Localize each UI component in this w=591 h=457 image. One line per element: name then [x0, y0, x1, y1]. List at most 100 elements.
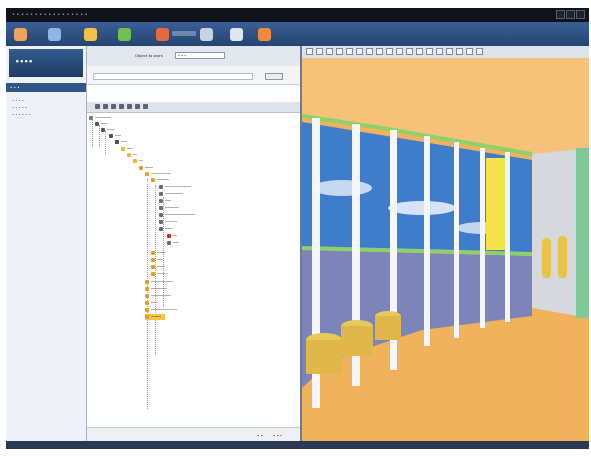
green-door[interactable]	[576, 148, 589, 318]
refresh-icon[interactable]	[135, 104, 140, 109]
tree-node[interactable]: ••	[133, 158, 143, 164]
footer-left-text: • •	[257, 433, 263, 438]
object-icon	[159, 220, 163, 224]
nav-item[interactable]: • • • •	[12, 99, 24, 103]
cursor-icon[interactable]	[386, 48, 393, 55]
window-mullion	[505, 152, 510, 322]
zoom-icon[interactable]	[326, 48, 333, 55]
folder-icon	[145, 280, 149, 284]
tree-node[interactable]: •••••••	[159, 205, 179, 211]
orbit-icon[interactable]	[336, 48, 343, 55]
folder-icon	[151, 258, 155, 262]
export-icon[interactable]	[258, 28, 271, 41]
node-icon	[109, 134, 113, 138]
tree-node[interactable]: •••	[115, 139, 127, 145]
title-bar: • • • • • • • • • • • • • • • • •	[6, 8, 589, 22]
tree-node[interactable]: •••	[151, 257, 163, 263]
selected-panel[interactable]	[486, 158, 505, 250]
add-icon[interactable]	[103, 104, 108, 109]
folder-icon	[151, 178, 155, 182]
tree-connector	[105, 131, 106, 155]
settings-icon[interactable]	[230, 28, 243, 41]
tree-node[interactable]: •••	[167, 240, 179, 246]
tree-node[interactable]: ••••••	[159, 219, 177, 225]
folder-icon	[151, 272, 155, 276]
tree-node[interactable]: ••••••••••	[145, 293, 171, 299]
tree-connector	[99, 125, 100, 147]
shadow-icon[interactable]	[416, 48, 423, 55]
pen-icon[interactable]	[466, 48, 473, 55]
select-icon[interactable]	[306, 48, 313, 55]
folder-icon	[133, 159, 137, 163]
tree-node[interactable]: ••••••	[151, 177, 169, 183]
folder-icon[interactable]	[84, 28, 97, 41]
tree-node[interactable]: ••••	[151, 250, 165, 256]
render-icon[interactable]	[406, 48, 413, 55]
pan-icon[interactable]	[316, 48, 323, 55]
object-icon	[159, 213, 163, 217]
tree-node[interactable]: •••••••••••••	[145, 307, 177, 313]
tree-node[interactable]: •••••••••••••	[159, 184, 191, 190]
refresh-icon[interactable]	[118, 28, 131, 41]
tree-node[interactable]: •••	[145, 300, 157, 306]
filter-input[interactable]	[93, 73, 253, 80]
measure-icon[interactable]	[356, 48, 363, 55]
maximize-button[interactable]	[566, 10, 575, 19]
search-input[interactable]: • • •	[175, 52, 225, 59]
grid-icon[interactable]	[200, 28, 213, 41]
cloud	[312, 180, 372, 196]
home-icon[interactable]	[436, 48, 443, 55]
tree-node[interactable]: ••••	[159, 226, 173, 232]
app-logo-text: ••••	[15, 58, 33, 66]
filter-icon[interactable]	[119, 104, 124, 109]
footer-right-text[interactable]: • • •	[273, 433, 282, 438]
link-icon[interactable]	[456, 48, 463, 55]
delete-icon[interactable]	[111, 104, 116, 109]
nav-item[interactable]: • • • • • •	[12, 113, 30, 117]
tree-node-selected[interactable]: ••	[167, 233, 177, 239]
tree-node[interactable]: ••••	[151, 264, 165, 270]
folder-icon	[151, 251, 155, 255]
tree-node[interactable]: ••••••••	[145, 286, 167, 292]
tree-node[interactable]: •••••••••••	[145, 279, 173, 285]
expand-icon[interactable]	[143, 104, 148, 109]
add-icon[interactable]	[95, 104, 100, 109]
nav-item[interactable]: • • • • •	[12, 106, 27, 110]
object-icon	[159, 227, 163, 231]
3d-scene-view[interactable]	[302, 58, 589, 441]
nav-section-header[interactable]: • • •	[6, 83, 86, 92]
window-icon[interactable]	[48, 28, 61, 41]
folder-icon	[145, 287, 149, 291]
window-mullion	[454, 142, 459, 338]
minimize-button[interactable]	[556, 10, 565, 19]
folder-icon	[145, 294, 149, 298]
folder-icon	[145, 308, 149, 312]
app-window: • • • • • • • • • • • • • • • • • •••• •…	[6, 8, 589, 449]
folder-icon	[121, 147, 125, 151]
close-button[interactable]	[576, 10, 585, 19]
tree-node-highlighted[interactable]: •••••	[145, 314, 165, 320]
light-icon[interactable]	[396, 48, 403, 55]
search-label: Object to work	[135, 53, 163, 58]
tools-icon[interactable]	[156, 28, 169, 41]
tree-node[interactable]: •••••••••••••••	[159, 212, 195, 218]
pen-icon[interactable]	[476, 48, 483, 55]
tree-node[interactable]: •••	[159, 198, 171, 204]
walk-icon[interactable]	[346, 48, 353, 55]
camera-icon[interactable]	[366, 48, 373, 55]
go-button[interactable]	[265, 73, 283, 80]
3d-viewport-panel	[302, 46, 589, 441]
folder-icon	[145, 315, 149, 319]
section-icon[interactable]	[376, 48, 383, 55]
tree-node[interactable]: •••••••••	[159, 191, 183, 197]
snapshot-icon[interactable]	[446, 48, 453, 55]
sink-base	[341, 326, 373, 356]
object-icon	[159, 199, 163, 203]
tree-node[interactable]: •••••	[151, 271, 167, 277]
warning-icon	[167, 234, 171, 238]
folder-icon	[127, 153, 131, 157]
tree-connector	[92, 119, 93, 147]
up-arrow-icon[interactable]	[14, 28, 27, 41]
view-icon[interactable]	[426, 48, 433, 55]
properties-icon[interactable]	[127, 104, 132, 109]
